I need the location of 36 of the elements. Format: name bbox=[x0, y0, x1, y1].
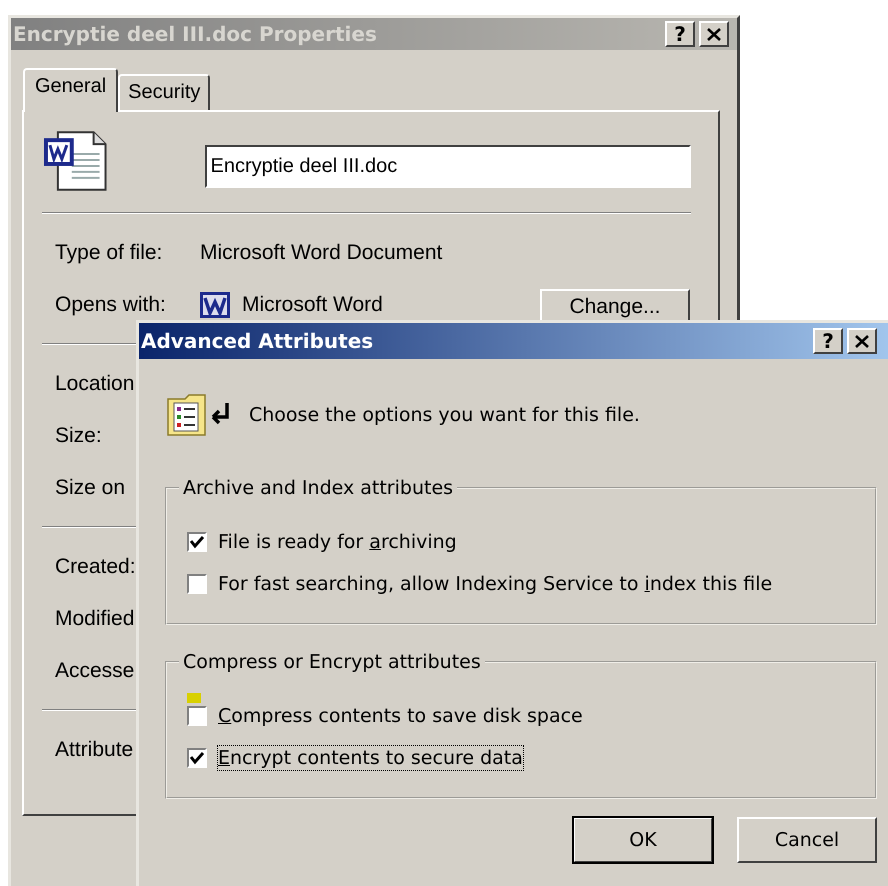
highlight-mark bbox=[187, 693, 201, 703]
document-icon bbox=[42, 128, 110, 192]
instruction-text: Choose the options you want for this file. bbox=[249, 404, 640, 426]
close-icon bbox=[707, 28, 721, 40]
help-button[interactable]: ? bbox=[665, 21, 695, 47]
close-icon bbox=[855, 334, 869, 348]
checkbox[interactable] bbox=[187, 532, 207, 552]
word-icon bbox=[200, 292, 230, 318]
field-label: Opens with: bbox=[54, 293, 167, 317]
checkbox[interactable] bbox=[187, 748, 207, 768]
window-title: Advanced Attributes bbox=[141, 329, 374, 353]
field-label: Attribute bbox=[54, 738, 134, 762]
tab[interactable]: General bbox=[23, 68, 118, 112]
checkbox-label[interactable]: Encrypt contents to secure data bbox=[217, 745, 524, 771]
cancel-button[interactable]: Cancel bbox=[737, 817, 877, 863]
window-title: Encryptie deel III.doc Properties bbox=[13, 22, 377, 46]
close-button[interactable] bbox=[847, 328, 877, 354]
field-label: Type of file: bbox=[54, 241, 164, 265]
close-button[interactable] bbox=[699, 21, 729, 47]
checkbox-label[interactable]: File is ready for archiving bbox=[217, 529, 458, 555]
field-label: Modified bbox=[54, 607, 136, 631]
help-button[interactable]: ? bbox=[813, 328, 843, 354]
checkbox-label[interactable]: For fast searching, allow Indexing Service to index this file bbox=[217, 571, 774, 597]
checkbox-label[interactable]: Compress contents to save disk space bbox=[217, 703, 584, 729]
field-value: Microsoft Word bbox=[242, 293, 383, 317]
checkbox[interactable] bbox=[187, 706, 207, 726]
file-name-field[interactable]: Encryptie deel III.doc bbox=[204, 145, 691, 188]
group-title: Compress or Encrypt attributes bbox=[182, 651, 482, 673]
group-title: Archive and Index attributes bbox=[182, 477, 454, 499]
field-label: Created: bbox=[54, 555, 137, 579]
field-value: Microsoft Word Document bbox=[200, 241, 442, 265]
ok-button[interactable]: OK bbox=[573, 817, 713, 863]
field-label: Size: bbox=[54, 424, 103, 448]
checkbox[interactable] bbox=[187, 574, 207, 594]
tab[interactable]: Security bbox=[118, 74, 210, 110]
field-label: Location bbox=[54, 372, 136, 396]
